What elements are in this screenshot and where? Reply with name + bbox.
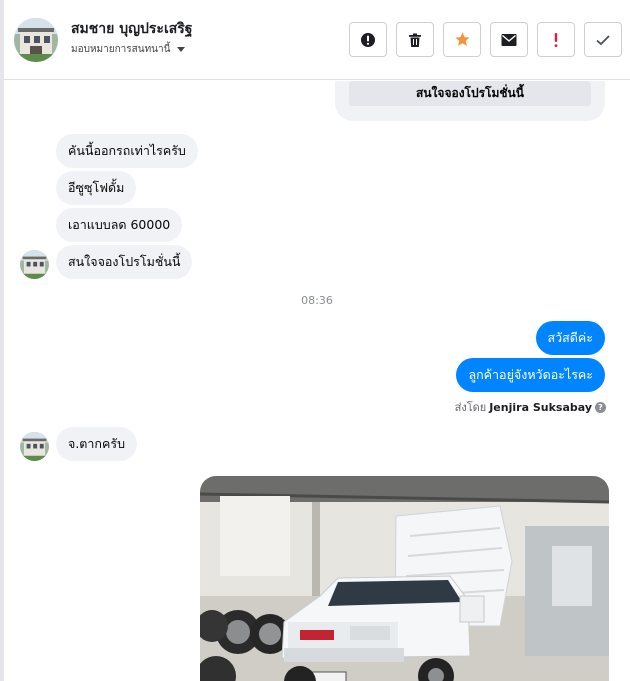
report-spam-button[interactable] — [349, 22, 387, 57]
book-promotion-button[interactable]: สนใจจองโปรโมชั่นนี้ — [349, 81, 591, 106]
delete-button[interactable] — [396, 22, 434, 57]
incoming-message[interactable]: อีซูซุโฟดั้ม — [56, 171, 137, 205]
message-timestamp: 08:36 — [301, 294, 333, 307]
mark-unread-button[interactable] — [490, 22, 528, 57]
exclamation-circle-icon — [361, 32, 375, 47]
exclamation-icon — [554, 32, 558, 47]
assign-label: มอบหมายการสนทนานี้ — [71, 44, 171, 55]
incoming-message[interactable]: สนใจจองโปรโมชั่นนี้ — [56, 245, 193, 279]
messenger-conversation: สมชาย บุญประเสริฐ มอบหมายการสนทนานี้ สนใ… — [0, 0, 630, 681]
sent-by-name[interactable]: Jenjira Suksabay — [489, 401, 592, 414]
incoming-message[interactable]: เอาแบบลด 60000 — [56, 208, 183, 242]
outgoing-message[interactable]: ลูกค้าอยู่จังหวัดอะไรคะ — [456, 358, 605, 392]
contact-avatar-small — [20, 250, 49, 279]
caret-down-icon — [177, 47, 186, 52]
star-button[interactable] — [443, 22, 481, 57]
conversation-actions — [349, 22, 622, 57]
outgoing-message[interactable]: สวัสดีค่ะ — [535, 321, 605, 355]
check-icon — [596, 34, 610, 45]
contact-avatar[interactable] — [14, 18, 58, 62]
contact-name[interactable]: สมชาย บุญประเสริฐ — [71, 18, 193, 40]
follow-up-button[interactable] — [537, 22, 575, 57]
star-icon — [454, 32, 470, 46]
info-icon[interactable]: ? — [595, 401, 606, 413]
sent-by-line: ส่งโดย Jenjira Suksabay ? — [455, 398, 606, 416]
promotion-card: สนใจจองโปรโมชั่นนี้ — [335, 81, 605, 121]
truck-photo-attachment[interactable] — [200, 476, 609, 681]
sent-by-prefix: ส่งโดย — [454, 401, 487, 414]
mark-done-button[interactable] — [584, 22, 622, 57]
incoming-message[interactable]: จ.ตากครับ — [56, 427, 138, 461]
conversation-header: สมชาย บุญประเสริฐ มอบหมายการสนทนานี้ — [4, 0, 630, 80]
contact-avatar-small — [20, 432, 49, 461]
trash-icon — [409, 33, 421, 47]
message-thread[interactable]: สนใจจองโปรโมชั่นนี้ คันนี้ออกรถเท่าไรครั… — [4, 81, 630, 681]
envelope-icon — [501, 33, 517, 46]
assign-conversation-dropdown[interactable]: มอบหมายการสนทนานี้ — [71, 42, 186, 57]
incoming-message[interactable]: คันนี้ออกรถเท่าไรครับ — [56, 134, 198, 168]
